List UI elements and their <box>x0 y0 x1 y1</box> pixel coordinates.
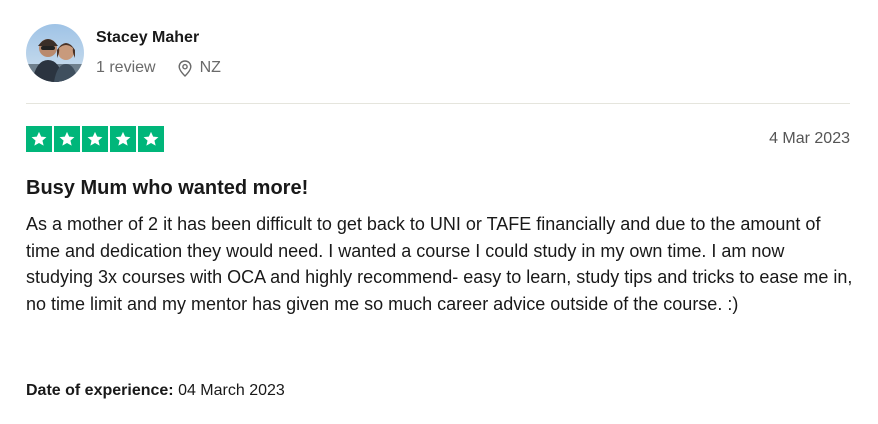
date-of-experience: Date of experience: 04 March 2023 <box>26 381 285 401</box>
review-body: As a mother of 2 it has been difficult t… <box>26 214 853 314</box>
experience-label: Date of experience: <box>26 382 174 399</box>
star-icon <box>110 126 136 152</box>
reviewer-name[interactable]: Stacey Maher <box>96 28 221 48</box>
review-card: Stacey Maher 1 review NZ 4 Mar 2023 Busy… <box>0 0 878 424</box>
review-date: 4 Mar 2023 <box>769 130 850 147</box>
avatar[interactable] <box>26 24 84 82</box>
avatar-photo-icon <box>26 24 84 82</box>
star-icon <box>26 126 52 152</box>
reviewer-header: Stacey Maher 1 review NZ <box>26 24 221 82</box>
location-label: NZ <box>199 59 221 76</box>
star-icon <box>54 126 80 152</box>
reviewer-meta: 1 review NZ <box>96 58 221 78</box>
review-title[interactable]: Busy Mum who wanted more! <box>26 176 308 200</box>
star-rating <box>26 126 164 152</box>
star-icon <box>138 126 164 152</box>
map-pin-icon <box>178 59 192 77</box>
review-count: 1 review <box>96 59 156 76</box>
reviewer-info: Stacey Maher 1 review NZ <box>96 24 221 78</box>
divider <box>26 103 850 104</box>
star-icon <box>82 126 108 152</box>
experience-date: 04 March 2023 <box>178 382 285 399</box>
reviewer-location: NZ <box>178 58 221 78</box>
